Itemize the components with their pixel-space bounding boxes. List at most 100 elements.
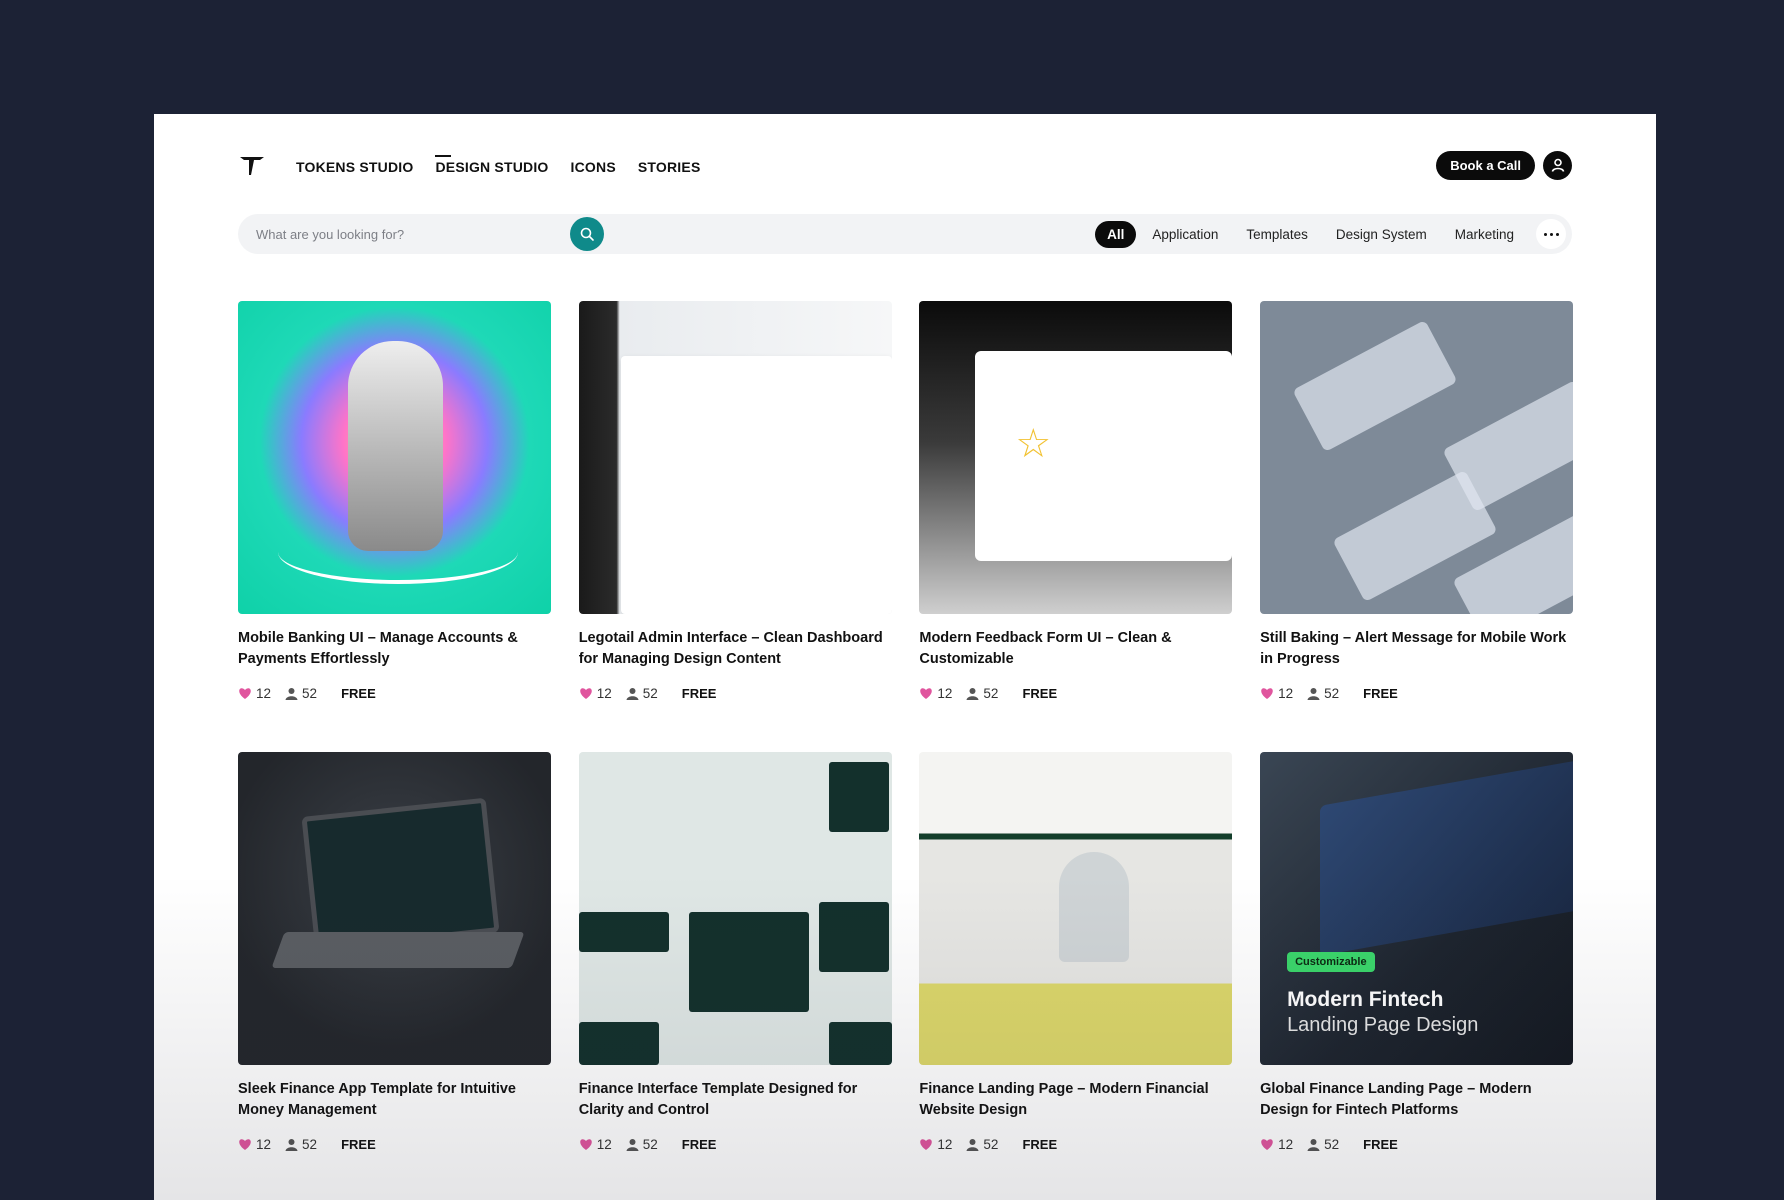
user-icon	[1551, 158, 1564, 172]
product-card[interactable]: ☆ Modern Feedback Form UI – Clean & Cust…	[919, 301, 1233, 701]
top-navigation: TOKENS STUDIO DESIGN STUDIO ICONS STORIE…	[238, 140, 1572, 190]
product-card[interactable]: Still Baking – Alert Message for Mobile …	[1260, 301, 1574, 701]
product-meta: 12 52 FREE	[919, 686, 1232, 701]
book-call-button[interactable]: Book a Call	[1436, 150, 1535, 180]
heart-icon[interactable]	[1260, 1138, 1274, 1151]
heart-icon[interactable]	[238, 687, 252, 700]
customizable-badge: Customizable	[1287, 952, 1375, 972]
user-count: 52	[1324, 1137, 1340, 1152]
like-count: 12	[596, 686, 612, 701]
product-thumbnail[interactable]	[578, 301, 892, 614]
user-count: 52	[1324, 686, 1340, 701]
search-input[interactable]	[254, 225, 558, 243]
product-meta: 12 52 FREE	[238, 1137, 551, 1152]
product-title[interactable]: Sleek Finance App Template for Intuitive…	[238, 1079, 551, 1121]
more-filters-button[interactable]	[1536, 219, 1566, 249]
price-label: FREE	[1022, 1137, 1058, 1152]
product-card[interactable]: Finance Interface Template Designed for …	[578, 752, 892, 1152]
product-meta: 12 52 FREE	[1260, 686, 1573, 701]
price-label: FREE	[681, 686, 717, 701]
thumbnail-subheading: Landing Page Design	[1287, 1014, 1479, 1036]
nav-stories[interactable]: STORIES	[638, 155, 701, 175]
filter-all[interactable]: All	[1095, 220, 1137, 248]
product-meta: 12 52 FREE	[919, 1137, 1232, 1152]
filter-application[interactable]: Application	[1140, 221, 1230, 248]
category-filters: All Application Templates Design System …	[1095, 219, 1566, 249]
product-thumbnail[interactable]: Customizable Modern Fintech Landing Page…	[1260, 752, 1574, 1065]
user-icon	[626, 688, 639, 700]
ui-block	[578, 912, 669, 952]
ui-block	[578, 1022, 659, 1065]
header-actions: Book a Call	[1436, 150, 1572, 180]
product-thumbnail[interactable]	[238, 301, 551, 614]
like-count: 12	[596, 1137, 612, 1152]
product-card[interactable]: Customizable Modern Fintech Landing Page…	[1260, 752, 1574, 1152]
product-title[interactable]: Finance Interface Template Designed for …	[579, 1079, 892, 1121]
filter-templates[interactable]: Templates	[1234, 221, 1320, 248]
like-count: 12	[937, 686, 953, 701]
user-count: 52	[983, 1137, 999, 1152]
nav-icons[interactable]: ICONS	[571, 155, 616, 175]
price-label: FREE	[341, 686, 376, 701]
product-thumbnail[interactable]	[919, 752, 1233, 1065]
price-label: FREE	[681, 1137, 717, 1152]
filter-design-system[interactable]: Design System	[1324, 221, 1439, 248]
ui-block	[828, 1022, 892, 1065]
price-label: FREE	[341, 1137, 376, 1152]
product-meta: 12 52 FREE	[1260, 1137, 1573, 1152]
product-card[interactable]: Mobile Banking UI – Manage Accounts & Pa…	[238, 301, 551, 701]
filter-marketing[interactable]: Marketing	[1443, 221, 1526, 248]
logo-icon[interactable]	[238, 151, 266, 179]
heart-icon[interactable]	[919, 687, 933, 700]
user-icon	[966, 1139, 979, 1151]
swirl-decoration	[278, 520, 518, 584]
heart-icon[interactable]	[1260, 687, 1274, 700]
ui-block	[818, 902, 889, 972]
product-title[interactable]: Mobile Banking UI – Manage Accounts & Pa…	[238, 628, 551, 670]
product-thumbnail[interactable]	[238, 752, 551, 1065]
laptop-screen-preview	[1320, 758, 1574, 956]
search-bar: All Application Templates Design System …	[238, 214, 1572, 254]
search-button[interactable]	[570, 217, 604, 251]
product-thumbnail[interactable]: ☆	[919, 301, 1233, 614]
user-count: 52	[642, 1137, 658, 1152]
nav-design-studio[interactable]: DESIGN STUDIO	[435, 155, 548, 175]
like-count: 12	[937, 1137, 953, 1152]
star-icon: ☆	[1015, 422, 1052, 466]
user-count: 52	[302, 686, 318, 701]
product-card[interactable]: Sleek Finance App Template for Intuitive…	[238, 752, 551, 1152]
product-meta: 12 52 FREE	[579, 686, 892, 701]
like-count: 12	[1278, 1137, 1294, 1152]
product-card[interactable]: Finance Landing Page – Modern Financial …	[919, 752, 1233, 1152]
search-icon	[580, 227, 594, 241]
person-photo	[1059, 852, 1130, 962]
price-label: FREE	[1363, 686, 1398, 701]
product-title[interactable]: Global Finance Landing Page – Modern Des…	[1260, 1079, 1573, 1121]
laptop-base	[271, 932, 525, 968]
heart-icon[interactable]	[579, 687, 593, 700]
product-title[interactable]: Finance Landing Page – Modern Financial …	[919, 1079, 1232, 1121]
product-title[interactable]: Modern Feedback Form UI – Clean & Custom…	[919, 628, 1232, 670]
like-count: 12	[256, 1137, 272, 1152]
account-avatar-button[interactable]	[1543, 150, 1572, 180]
heart-icon[interactable]	[919, 1138, 933, 1151]
user-icon	[1307, 688, 1320, 700]
product-title[interactable]: Legotail Admin Interface – Clean Dashboa…	[579, 628, 892, 670]
product-card[interactable]: Legotail Admin Interface – Clean Dashboa…	[578, 301, 892, 701]
alert-card-preview	[1292, 319, 1458, 453]
product-thumbnail[interactable]	[578, 752, 892, 1065]
user-icon	[285, 1139, 298, 1151]
more-dots-icon	[1543, 232, 1547, 236]
like-count: 12	[1278, 686, 1294, 701]
nav-tokens-studio[interactable]: TOKENS STUDIO	[296, 155, 413, 175]
product-title[interactable]: Still Baking – Alert Message for Mobile …	[1260, 628, 1573, 670]
heart-icon[interactable]	[579, 1138, 593, 1151]
user-icon	[1307, 1139, 1320, 1151]
user-count: 52	[302, 1137, 318, 1152]
thumbnail-heading: Modern Fintech	[1287, 988, 1444, 1011]
price-label: FREE	[1363, 1137, 1398, 1152]
product-thumbnail[interactable]	[1260, 301, 1574, 614]
heart-icon[interactable]	[238, 1138, 252, 1151]
like-count: 12	[256, 686, 272, 701]
admin-dashboard-preview	[620, 356, 892, 614]
